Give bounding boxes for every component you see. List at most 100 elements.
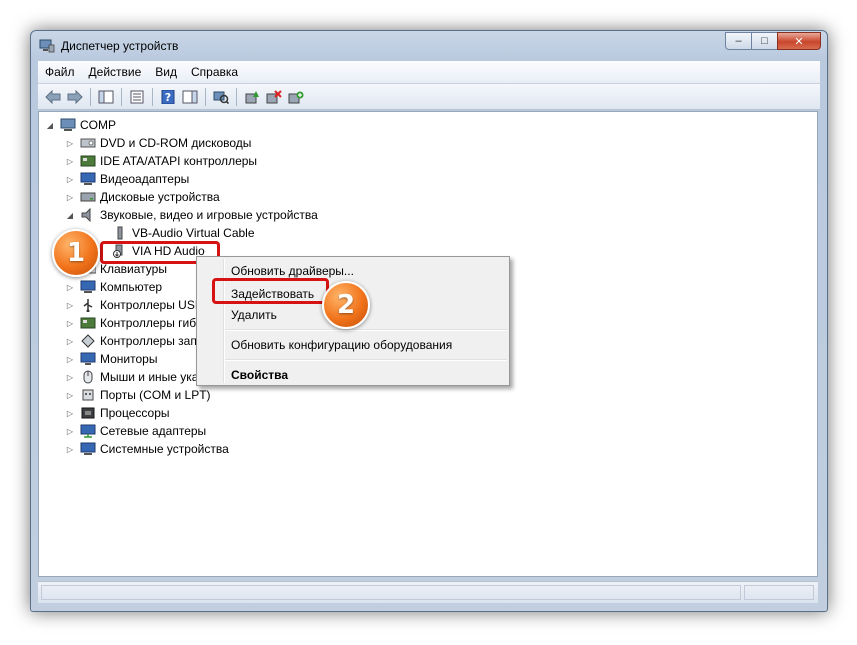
- tree-item[interactable]: VB-Audio Virtual Cable: [96, 224, 255, 242]
- collapse-icon[interactable]: ◢: [44, 121, 56, 130]
- maximize-button[interactable]: □: [751, 32, 777, 50]
- tree-item[interactable]: ▷ Сетевые адаптеры: [64, 422, 206, 440]
- tree-item-label: Порты (COM и LPT): [100, 388, 211, 402]
- tree-item-label: Видеоадаптеры: [100, 172, 190, 186]
- computer-icon: [80, 280, 96, 293]
- update-driver-icon[interactable]: [243, 88, 261, 106]
- toolbar: ?: [38, 84, 820, 110]
- storage-controller-icon: [81, 334, 95, 348]
- tree-item[interactable]: ▷ IDE ATA/ATAPI контроллеры: [64, 152, 257, 170]
- status-bar: [38, 581, 818, 603]
- minimize-button[interactable]: –: [725, 32, 751, 50]
- device-manager-icon: [39, 39, 55, 53]
- menu-file[interactable]: Файл: [38, 65, 82, 79]
- tree-item-label: Процессоры: [100, 406, 170, 420]
- speaker-icon: [117, 226, 123, 240]
- show-hide-tree-icon[interactable]: [97, 88, 115, 106]
- menu-properties[interactable]: Свойства: [231, 368, 288, 382]
- expand-icon[interactable]: ▷: [64, 319, 76, 328]
- tree-root-label: COMP: [80, 118, 116, 132]
- expand-icon[interactable]: ▷: [64, 337, 76, 346]
- uninstall-icon[interactable]: [265, 88, 283, 106]
- tree-item[interactable]: ▷ Мониторы: [64, 350, 158, 368]
- computer-icon: [60, 118, 76, 131]
- tree-item[interactable]: ▷ Системные устройства: [64, 440, 229, 458]
- tree-item[interactable]: ◢ Звуковые, видео и игровые устройства: [64, 206, 318, 224]
- tree-item[interactable]: ▷ Порты (COM и LPT): [64, 386, 211, 404]
- toolbar-separator: [152, 87, 153, 106]
- enable-item-highlight: [212, 278, 329, 304]
- expand-icon[interactable]: ▷: [64, 193, 76, 202]
- toolbar-separator: [90, 87, 91, 106]
- expand-icon[interactable]: ▷: [64, 373, 76, 382]
- tree-item-label: Контроллеры USB: [100, 298, 203, 312]
- tree-item[interactable]: ▷ Дисковые устройства: [64, 188, 220, 206]
- usb-icon: [83, 299, 93, 312]
- help-icon[interactable]: ?: [159, 88, 177, 106]
- toolbar-separator: [121, 87, 122, 106]
- tree-item-label: Компьютер: [100, 280, 163, 294]
- status-cell-main: [41, 585, 741, 600]
- expand-icon[interactable]: ▷: [64, 139, 76, 148]
- tree-item-label: Клавиатуры: [100, 262, 167, 276]
- menu-separator: [225, 359, 507, 361]
- scan-hardware-icon[interactable]: [212, 88, 230, 106]
- floppy-controller-icon: [80, 317, 96, 329]
- tree-item-label: IDE ATA/ATAPI контроллеры: [100, 154, 258, 168]
- action-pane-icon[interactable]: [181, 88, 199, 106]
- step-badge-1: 1: [52, 229, 100, 277]
- title-bar[interactable]: Диспетчер устройств – □ ✕: [31, 31, 827, 61]
- menu-help[interactable]: Справка: [184, 65, 245, 79]
- expand-icon[interactable]: ▷: [64, 175, 76, 184]
- mouse-icon: [83, 370, 93, 384]
- system-device-icon: [80, 442, 96, 455]
- tree-item-label: DVD и CD-ROM дисководы: [100, 136, 252, 150]
- expand-icon[interactable]: ▷: [64, 283, 76, 292]
- port-icon: [82, 389, 94, 401]
- expand-icon[interactable]: ▷: [64, 157, 76, 166]
- disk-drive-icon: [80, 192, 96, 202]
- status-cell-secondary: [744, 585, 814, 600]
- dvd-drive-icon: [80, 138, 96, 148]
- sound-icon: [81, 208, 91, 222]
- forward-arrow-icon[interactable]: [66, 88, 84, 106]
- tree-item-label: VB-Audio Virtual Cable: [132, 226, 255, 240]
- network-adapter-icon: [80, 424, 96, 438]
- menu-bar: Файл Действие Вид Справка: [38, 61, 820, 84]
- tree-root-comp[interactable]: ◢ COMP: [44, 116, 116, 134]
- expand-icon[interactable]: ▷: [64, 409, 76, 418]
- menu-delete[interactable]: Удалить: [231, 308, 277, 322]
- tree-item[interactable]: ▷ Процессоры: [64, 404, 170, 422]
- tree-item-label: Мониторы: [100, 352, 158, 366]
- expand-icon[interactable]: ▷: [64, 355, 76, 364]
- window-title: Диспетчер устройств: [61, 39, 179, 53]
- ide-controller-icon: [80, 155, 96, 167]
- tree-item-label: Звуковые, видео и игровые устройства: [100, 208, 318, 222]
- menu-separator: [225, 329, 507, 331]
- expand-icon[interactable]: ▷: [64, 445, 76, 454]
- enable-device-icon[interactable]: [287, 88, 305, 106]
- processor-icon: [81, 407, 95, 419]
- step-badge-2: 2: [322, 281, 370, 329]
- close-button[interactable]: ✕: [777, 32, 821, 50]
- menu-update-drivers[interactable]: Обновить драйверы...: [231, 264, 354, 278]
- expand-icon[interactable]: ▷: [64, 301, 76, 310]
- tree-item[interactable]: ▷ Компьютер: [64, 278, 162, 296]
- tree-item-label: Дисковые устройства: [100, 190, 220, 204]
- expand-icon[interactable]: ▷: [64, 427, 76, 436]
- svg-text:?: ?: [165, 91, 171, 104]
- menu-scan-hardware[interactable]: Обновить конфигурацию оборудования: [231, 338, 452, 352]
- collapse-icon[interactable]: ◢: [64, 211, 76, 220]
- menu-view[interactable]: Вид: [148, 65, 184, 79]
- monitor-icon: [80, 352, 96, 365]
- tree-item[interactable]: ▷ DVD и CD-ROM дисководы: [64, 134, 251, 152]
- menu-action[interactable]: Действие: [82, 65, 149, 79]
- expand-icon[interactable]: ▷: [64, 391, 76, 400]
- properties-icon[interactable]: [128, 88, 146, 106]
- tree-item-label: Системные устройства: [100, 442, 229, 456]
- toolbar-separator: [205, 87, 206, 106]
- tree-item[interactable]: ▷ Видеоадаптеры: [64, 170, 189, 188]
- tree-item[interactable]: ▷ Контроллеры USB: [64, 296, 203, 314]
- back-arrow-icon[interactable]: [44, 88, 62, 106]
- tree-item-label: Сетевые адаптеры: [100, 424, 207, 438]
